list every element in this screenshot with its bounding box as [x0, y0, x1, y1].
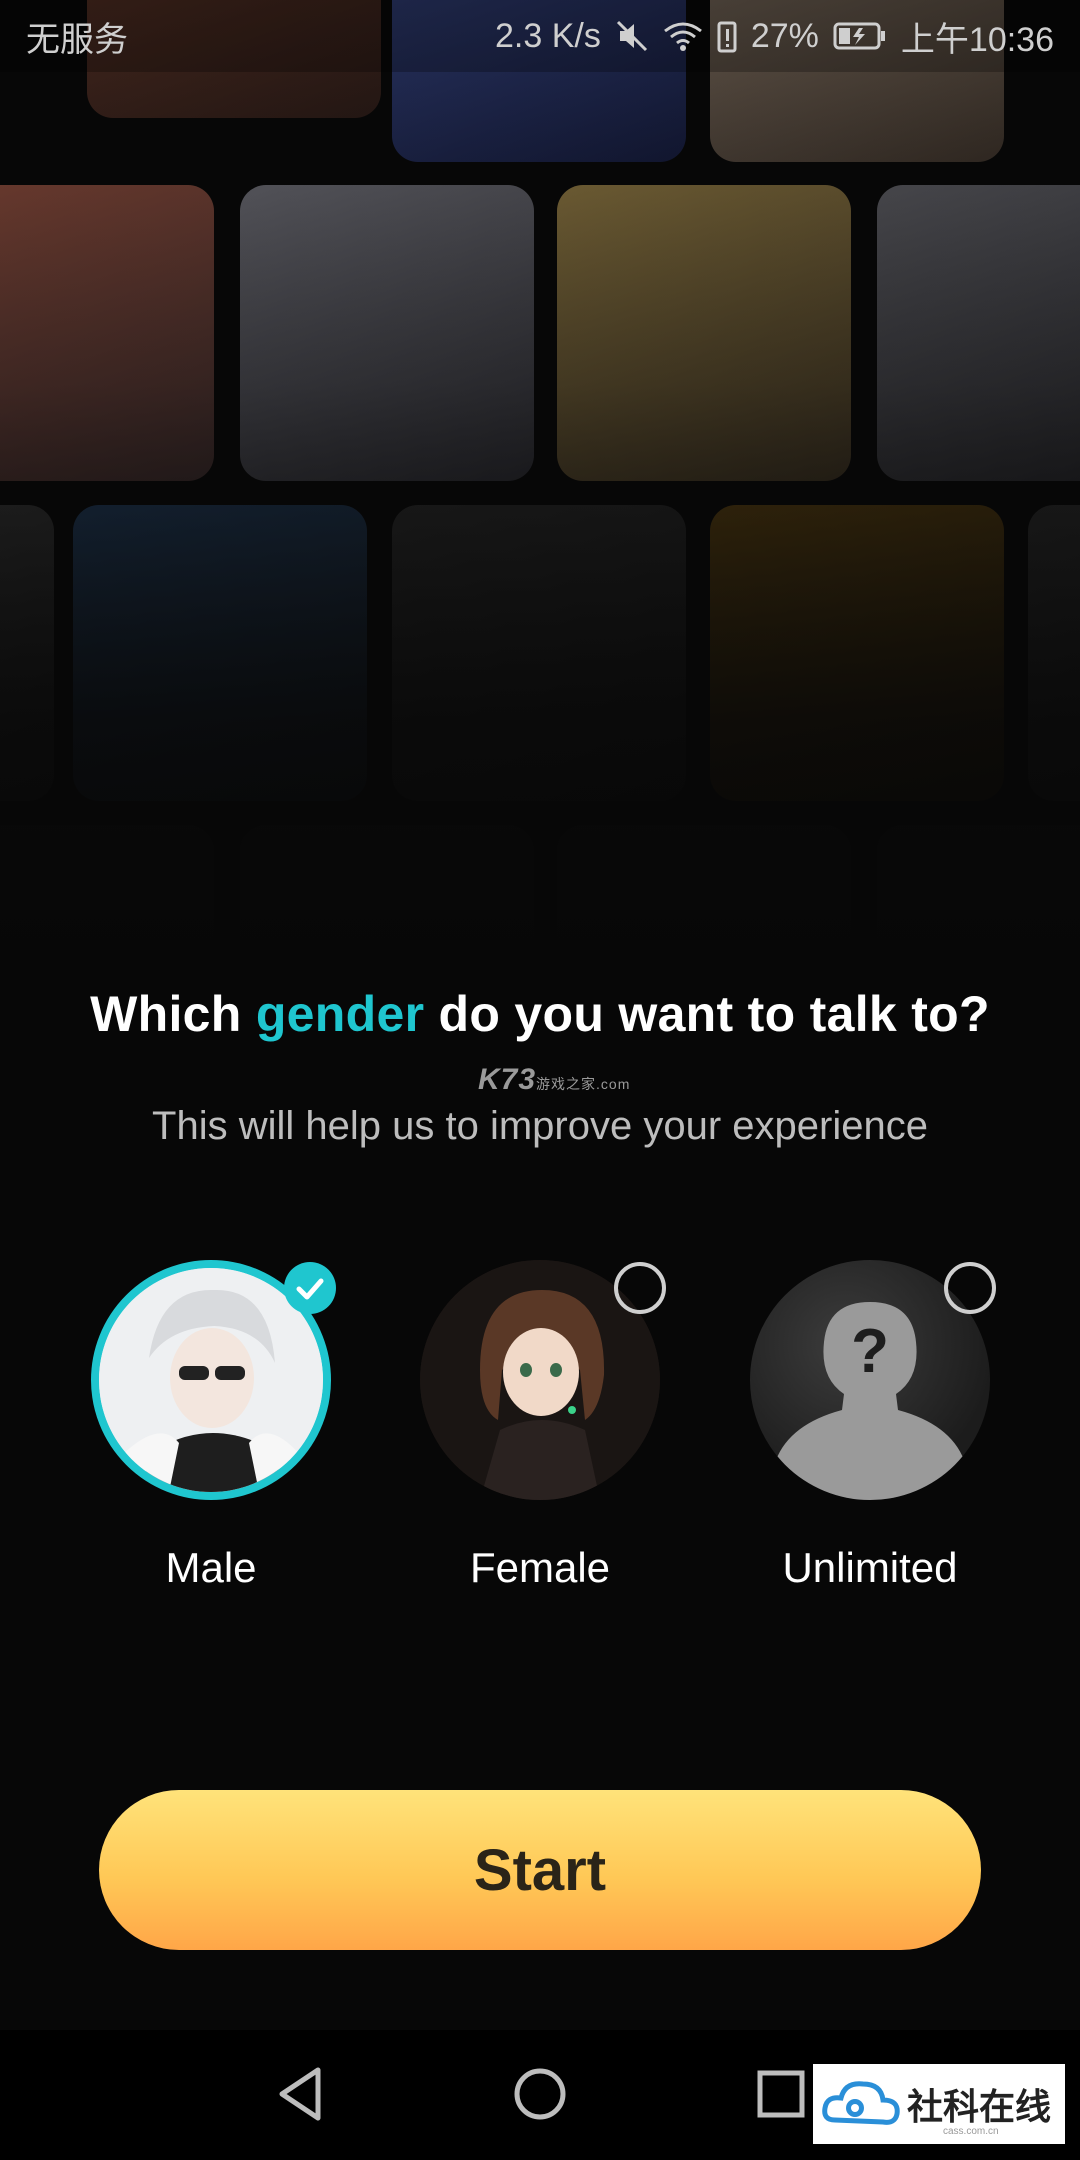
site-badge-domain: cass.com.cn — [943, 2126, 999, 2137]
female-unselected-radio-icon[interactable] — [614, 1262, 666, 1314]
k73-watermark: K73游戏之家.com — [478, 1063, 630, 1097]
site-badge-text: 社科在线 — [907, 2086, 1052, 2128]
mute-icon — [615, 19, 649, 53]
status-bar: 无服务 2.3 K/s 27% 上午10:36 — [0, 0, 1080, 72]
question-prefix: Which — [90, 986, 256, 1042]
back-nav-icon[interactable] — [274, 2064, 326, 2124]
battery-percent: 27% — [750, 16, 819, 55]
option-label-male: Male — [165, 1544, 257, 1591]
battery-charging-icon — [833, 21, 887, 51]
option-female[interactable]: Female — [420, 1260, 660, 1592]
battery-alert-icon — [717, 19, 737, 53]
recents-nav-icon[interactable] — [756, 2064, 806, 2124]
watermark-brand: K73 — [478, 1063, 537, 1096]
carrier-text: 无服务 — [26, 20, 128, 59]
question-heading: Which gender do you want to talk to? — [0, 985, 1080, 1043]
option-unlimited[interactable]: ? Unlimited — [750, 1260, 990, 1592]
question-suffix: do you want to talk to? — [424, 986, 990, 1042]
status-icons: 2.3 K/s 27% 上午10:36 — [495, 12, 1054, 61]
home-nav-icon[interactable] — [513, 2064, 567, 2124]
wifi-icon — [663, 19, 703, 53]
watermark-domain: .com — [596, 1076, 631, 1092]
unlimited-unselected-radio-icon[interactable] — [944, 1262, 996, 1314]
start-button[interactable]: Start — [99, 1790, 981, 1950]
clock-time: 上午10:36 — [900, 20, 1054, 59]
male-selected-check-icon[interactable] — [284, 1262, 336, 1314]
question-mark-glyph: ? — [851, 1317, 889, 1386]
question-highlight: gender — [255, 986, 425, 1042]
option-label-female: Female — [469, 1544, 611, 1591]
subtitle: This will help us to improve your experi… — [152, 1104, 928, 1148]
option-label-unlimited: Unlimited — [782, 1544, 958, 1591]
site-watermark-badge: 社科在线 cass.com.cn — [813, 2064, 1065, 2144]
background-fade — [0, 0, 1080, 960]
watermark-cn: 游戏之家 — [536, 1076, 597, 1092]
cloud-eye-logo-icon — [822, 2081, 900, 2125]
net-speed: 2.3 K/s — [495, 16, 601, 55]
